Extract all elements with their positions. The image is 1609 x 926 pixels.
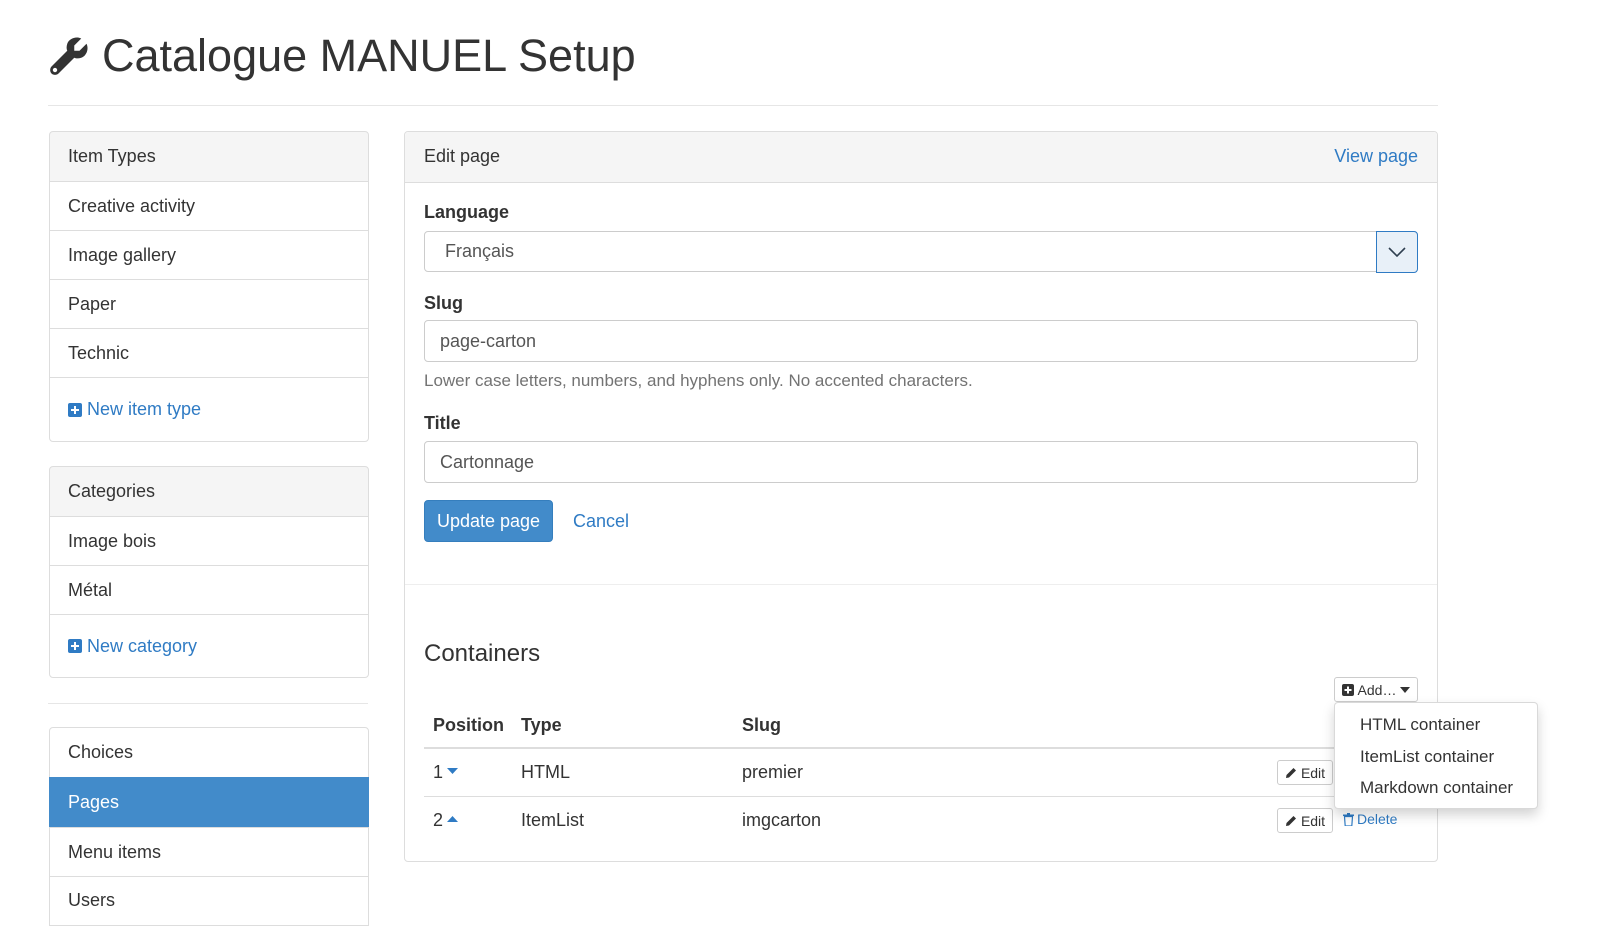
row-type: ItemList: [521, 810, 585, 830]
category-label: Métal: [68, 579, 113, 600]
edit-label: Edit: [1300, 812, 1326, 829]
item-type-image-gallery[interactable]: Image gallery: [49, 230, 369, 280]
categories-heading: Categories: [49, 466, 369, 517]
update-page-label: Update page: [436, 510, 541, 531]
nav-item-label: Choices: [68, 742, 134, 762]
add-container-menu: HTML container ItemList container Markdo…: [1334, 702, 1538, 809]
item-type-label: Paper: [68, 293, 117, 314]
row-slug: imgcarton: [742, 810, 822, 830]
plus-square-icon: [68, 402, 82, 417]
nav-item-label: Pages: [68, 792, 120, 812]
page-header: Catalogue MANUEL Setup: [48, 30, 636, 82]
nav-item-users[interactable]: Users: [49, 876, 369, 926]
trash-icon: [1343, 812, 1354, 826]
item-type-label: Creative activity: [68, 195, 196, 216]
new-category-link[interactable]: New category: [68, 636, 197, 657]
plus-square-icon: [1341, 683, 1354, 696]
edit-button[interactable]: Edit: [1277, 760, 1333, 785]
menu-item-itemlist-container[interactable]: ItemList container: [1360, 747, 1494, 767]
item-types-heading-text: Item Types: [68, 146, 156, 166]
item-type-paper[interactable]: Paper: [49, 279, 369, 329]
row-type: HTML: [521, 762, 570, 782]
new-category-row: New category: [49, 614, 369, 678]
language-select[interactable]: Français: [424, 231, 1418, 273]
nav-item-label: Users: [68, 890, 116, 910]
item-type-label: Image gallery: [68, 244, 177, 265]
category-image-bois[interactable]: Image bois: [49, 516, 369, 566]
delete-label: Delete: [1357, 811, 1398, 827]
slug-value: page-carton: [440, 330, 537, 351]
add-container-button[interactable]: Add…: [1334, 677, 1418, 702]
category-metal[interactable]: Métal: [49, 565, 369, 615]
edit-page-heading: Edit page View page: [405, 132, 1437, 183]
sidebar-divider: [48, 703, 368, 704]
header-divider: [48, 105, 1438, 106]
item-type-technic[interactable]: Technic: [49, 328, 369, 378]
caret-down-icon: [1400, 686, 1411, 693]
table-row-rule: [424, 796, 1418, 797]
view-page-link[interactable]: View page: [1334, 146, 1418, 167]
language-value: Français: [445, 241, 515, 261]
menu-item-html-container[interactable]: HTML container: [1360, 715, 1480, 735]
title-value: Cartonnage: [440, 451, 535, 472]
category-label: Image bois: [68, 530, 157, 551]
row-slug: premier: [742, 762, 804, 782]
new-item-type-label: New item type: [87, 399, 202, 419]
page-title: Catalogue MANUEL Setup: [102, 30, 636, 81]
chevron-down-icon[interactable]: [1376, 231, 1418, 273]
categories-heading-text: Categories: [68, 481, 156, 501]
slug-help-text: Lower case letters, numbers, and hyphens…: [424, 371, 973, 390]
column-header-type: Type: [521, 715, 562, 735]
pencil-icon: [1285, 767, 1296, 778]
plus-square-icon: [68, 639, 82, 653]
delete-link[interactable]: Delete: [1343, 811, 1397, 827]
new-item-type-row: New item type: [49, 377, 369, 442]
add-container-label: Add…: [1357, 681, 1397, 698]
nav-item-pages[interactable]: Pages: [49, 777, 369, 828]
item-type-creative-activity[interactable]: Creative activity: [49, 181, 369, 231]
title-label: Title: [424, 413, 461, 433]
nav-item-menu-items[interactable]: Menu items: [49, 827, 369, 877]
move-down-icon[interactable]: [447, 768, 458, 775]
table-header-rule: [424, 747, 1418, 749]
language-label: Language: [424, 202, 510, 222]
move-up-icon[interactable]: [447, 816, 458, 823]
item-type-label: Technic: [68, 342, 130, 363]
menu-item-markdown-container[interactable]: Markdown container: [1360, 778, 1513, 798]
slug-input[interactable]: page-carton: [424, 320, 1418, 362]
update-page-button[interactable]: Update page: [424, 500, 553, 542]
new-category-label: New category: [87, 635, 198, 656]
edit-page-title: Edit page: [424, 146, 501, 166]
new-item-type-link[interactable]: New item type: [68, 399, 201, 420]
slug-label: Slug: [424, 293, 463, 313]
edit-button[interactable]: Edit: [1277, 808, 1333, 833]
column-header-position: Position: [433, 715, 504, 735]
title-input[interactable]: Cartonnage: [424, 441, 1418, 483]
containers-heading: Containers: [424, 640, 541, 667]
wrench-icon: [50, 37, 88, 75]
nav-item-label: Menu items: [68, 841, 162, 862]
row-position: 1: [433, 762, 444, 782]
cancel-link[interactable]: Cancel: [573, 511, 629, 532]
pencil-icon: [1285, 815, 1296, 826]
form-divider: [405, 584, 1437, 585]
edit-label: Edit: [1300, 764, 1326, 781]
column-header-slug: Slug: [742, 715, 781, 735]
row-position: 2: [433, 810, 444, 830]
nav-item-choices[interactable]: Choices: [49, 727, 369, 778]
item-types-heading: Item Types: [49, 131, 369, 182]
